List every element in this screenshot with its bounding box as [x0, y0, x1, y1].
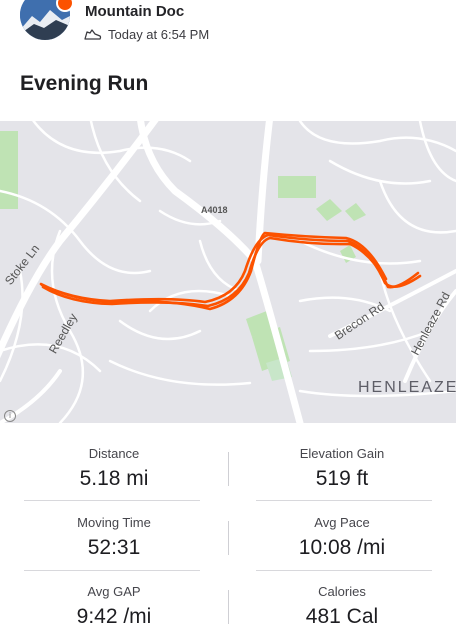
map-canvas — [0, 121, 456, 423]
stat-label: Calories — [318, 584, 366, 599]
stat-label: Distance — [88, 446, 140, 461]
map-label-henleaze: HENLEAZE — [358, 379, 456, 396]
activity-timestamp: Today at 6:54 PM — [108, 27, 210, 42]
map-label-a4018: A4018 — [201, 205, 228, 215]
stat-distance: Distance 5.18 mi — [0, 446, 228, 491]
stat-label: Elevation Gain — [299, 446, 385, 461]
stat-value: 519 ft — [315, 467, 369, 490]
route-line — [39, 231, 422, 311]
athlete-name[interactable]: Mountain Doc — [85, 3, 184, 20]
stat-calories: Calories 481 Cal — [228, 584, 456, 629]
stat-label: Avg Pace — [314, 515, 370, 530]
stat-value: 5.18 mi — [79, 467, 149, 490]
stat-value: 10:08 /mi — [298, 536, 386, 559]
stat-label: Moving Time — [77, 515, 151, 530]
stat-value: 52:31 — [87, 536, 141, 559]
stat-elevation-gain: Elevation Gain 519 ft — [228, 446, 456, 491]
divider — [24, 570, 200, 571]
badge-icon — [56, 0, 74, 12]
divider — [256, 570, 432, 571]
activity-header: Mountain Doc Today at 6:54 PM Evening Ru… — [0, 0, 456, 120]
running-shoe-icon — [84, 28, 102, 40]
map-attribution-icon[interactable]: i — [4, 410, 16, 422]
divider — [256, 500, 432, 501]
stat-avg-gap: Avg GAP 9:42 /mi — [0, 584, 228, 629]
stat-value: 9:42 /mi — [76, 605, 152, 628]
activity-title[interactable]: Evening Run — [20, 72, 148, 96]
divider — [24, 500, 200, 501]
stat-avg-pace: Avg Pace 10:08 /mi — [228, 515, 456, 560]
route-map[interactable]: A4018 Stoke Ln Reedley Brecon Rd Henleaz… — [0, 121, 456, 423]
stat-value: 481 Cal — [305, 605, 379, 628]
activity-meta: Today at 6:54 PM — [84, 27, 209, 42]
stat-moving-time: Moving Time 52:31 — [0, 515, 228, 560]
stat-label: Avg GAP — [87, 584, 141, 599]
